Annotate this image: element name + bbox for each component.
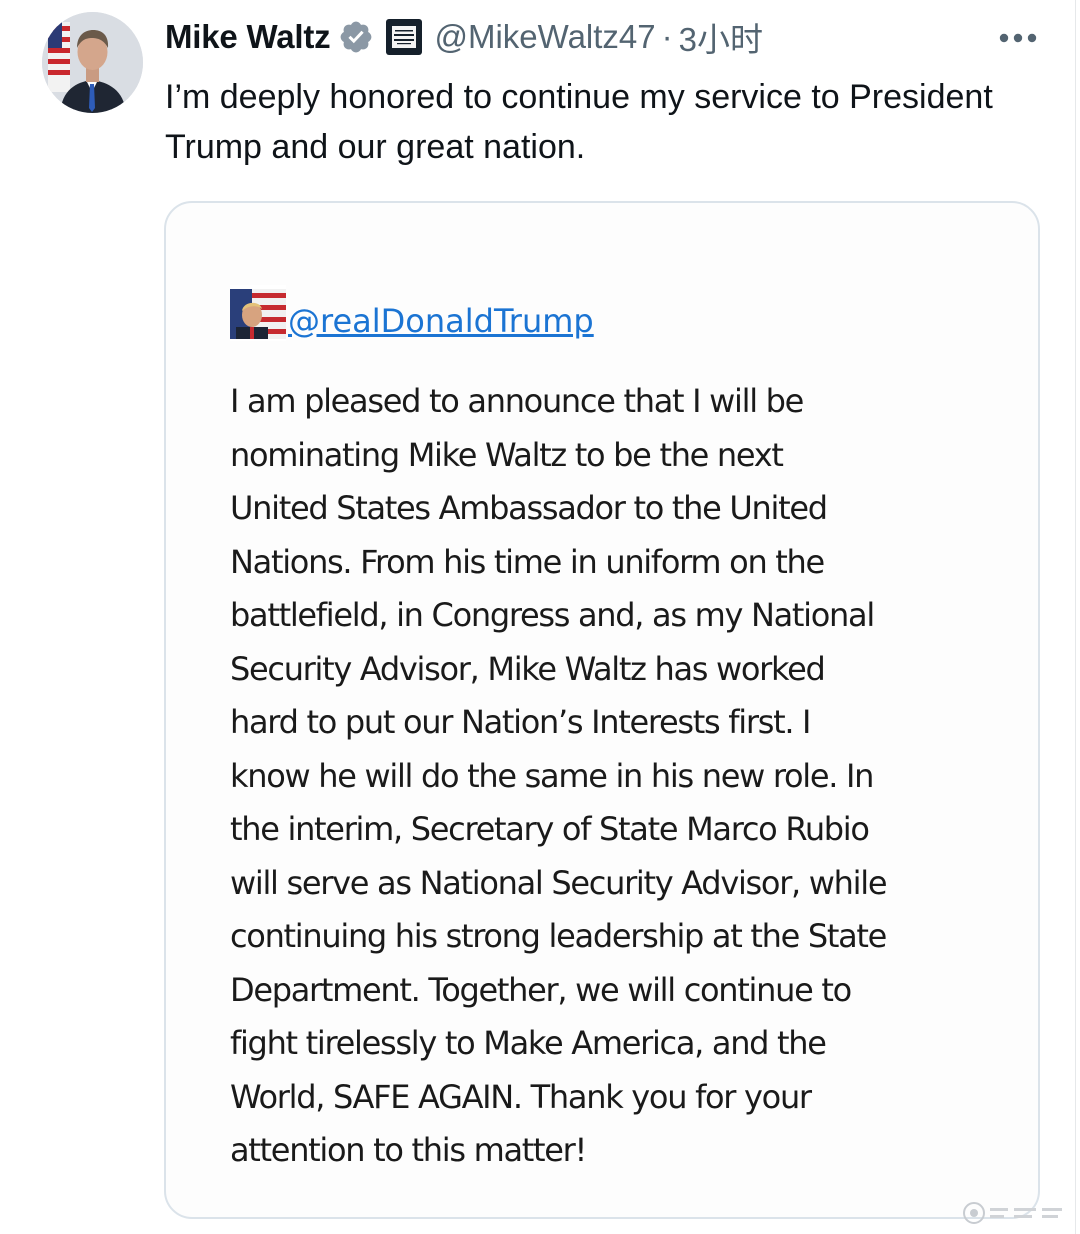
quoted-post-header: @realDonaldTrump: [230, 283, 594, 341]
tweet-header: Mike Waltz @MikeWaltz47 · 3小时: [165, 14, 763, 60]
author-avatar[interactable]: [42, 12, 143, 113]
verified-badge-icon: [338, 19, 374, 55]
page-divider: [1075, 0, 1076, 1234]
author-display-name[interactable]: Mike Waltz: [165, 18, 331, 56]
watermark-icon: [960, 1198, 1070, 1228]
quoted-post-body: I am pleased to announce that I will be …: [230, 382, 888, 1169]
quoted-author-avatar[interactable]: [230, 285, 286, 341]
author-handle[interactable]: @MikeWaltz47: [434, 18, 655, 56]
tweet-text: I’m deeply honored to continue my servic…: [165, 78, 993, 166]
quoted-author-handle[interactable]: @realDonaldTrump: [288, 301, 594, 341]
post-timestamp[interactable]: 3小时: [679, 13, 763, 61]
quoted-post-card[interactable]: @realDonaldTrump I am pleased to announc…: [164, 201, 1040, 1219]
meta-separator: ·: [661, 18, 673, 55]
more-options-icon[interactable]: [998, 24, 1038, 52]
white-house-badge-icon[interactable]: [386, 19, 423, 55]
